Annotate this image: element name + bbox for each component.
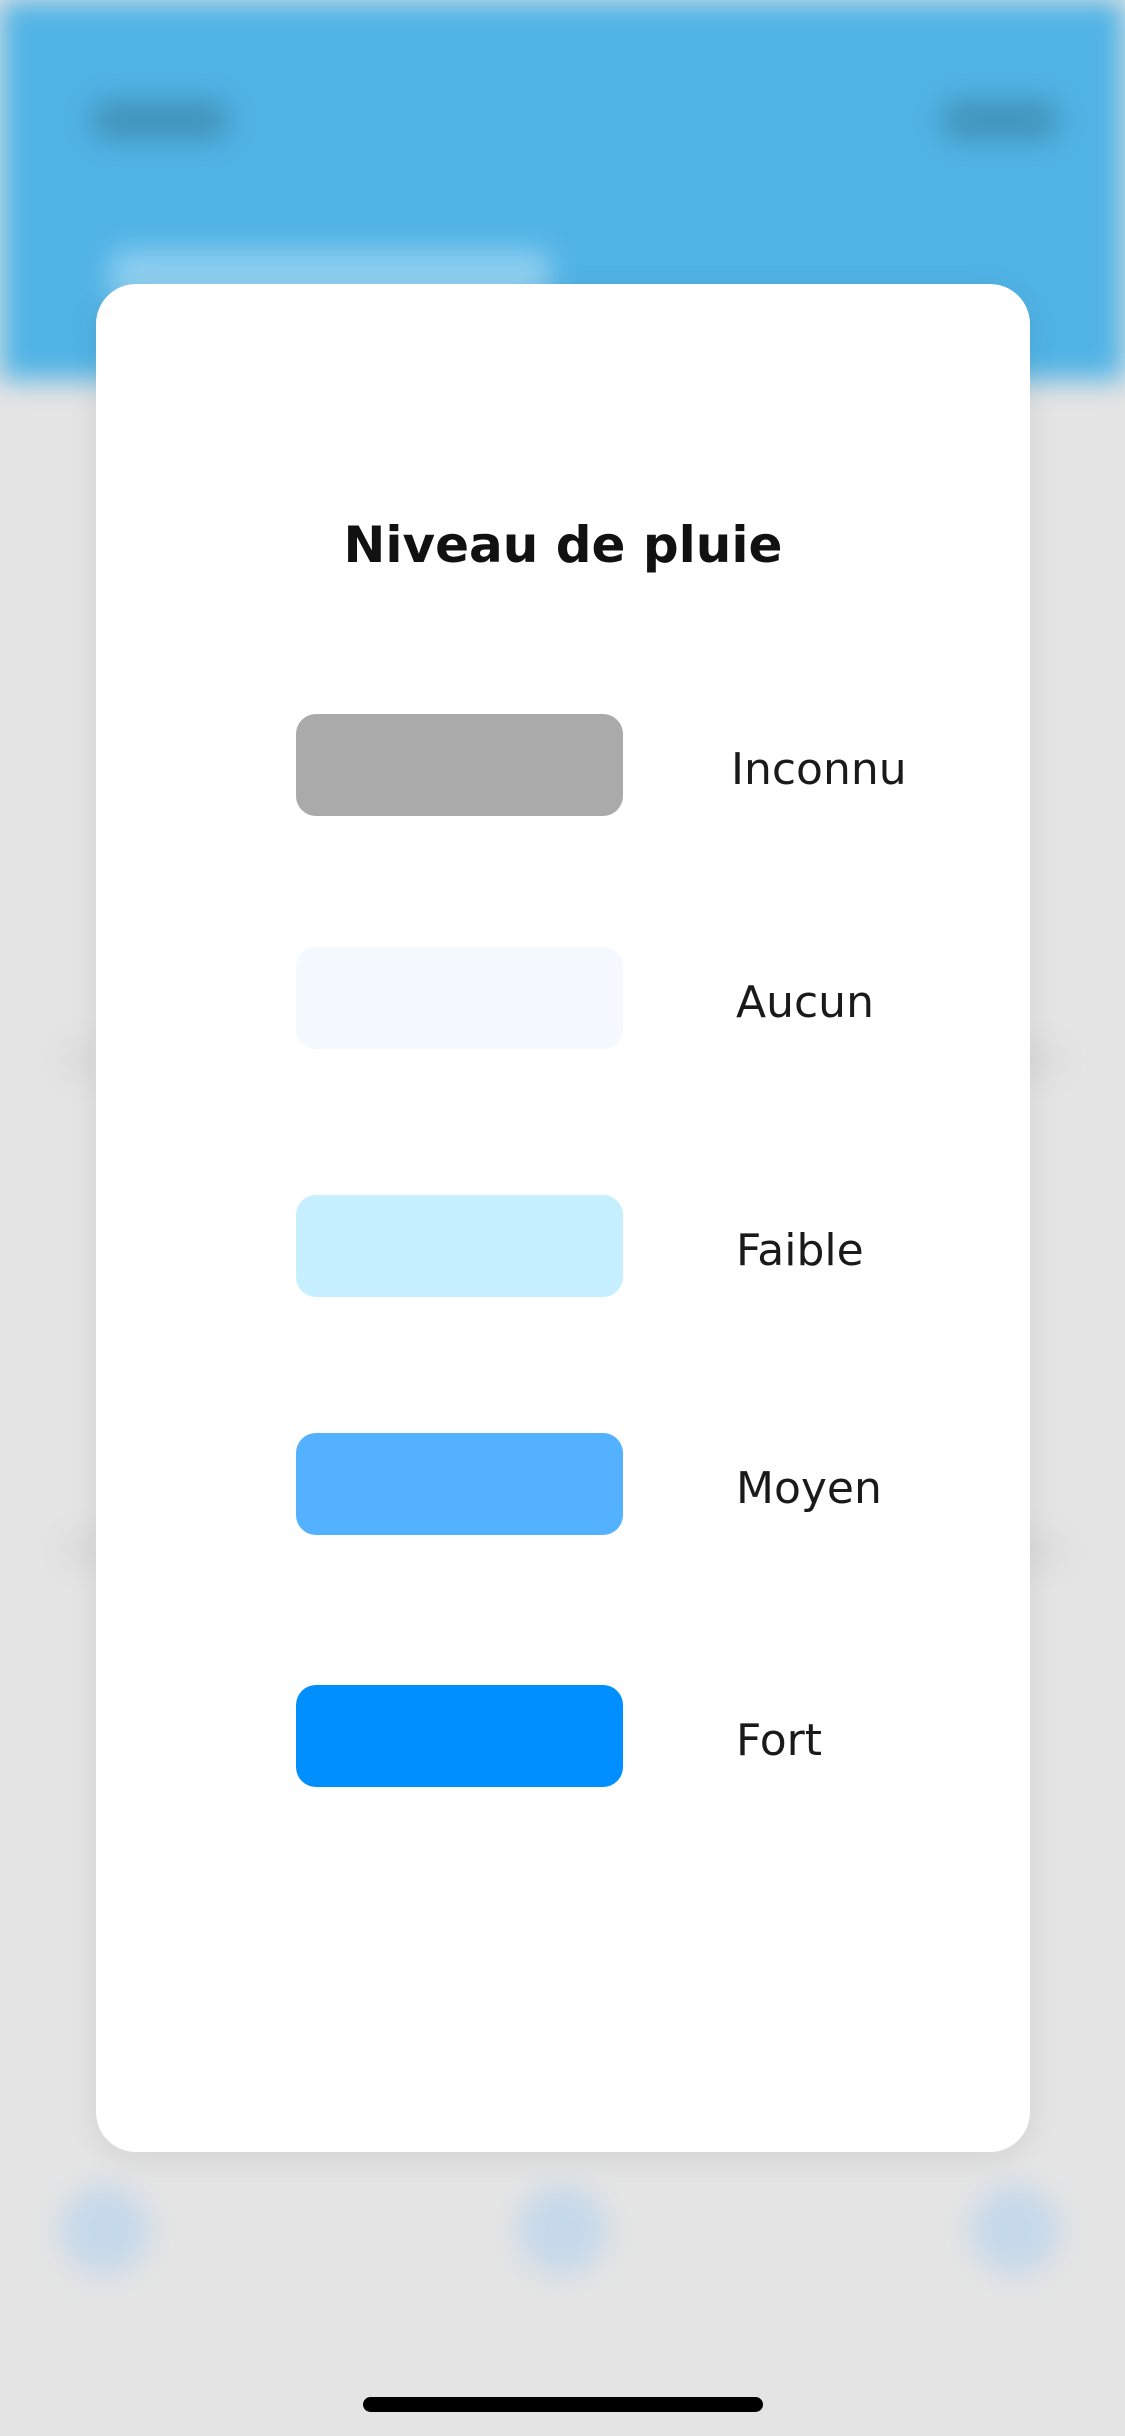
legend-swatch: [296, 714, 623, 816]
legend-label: Aucun: [736, 977, 874, 1028]
legend-swatch: [296, 1433, 623, 1535]
tab-icon: [60, 2185, 150, 2275]
modal-title: Niveau de pluie: [343, 516, 783, 574]
legend-label: Fort: [736, 1715, 823, 1766]
legend-swatch: [296, 947, 623, 1049]
legend-swatch: [296, 1195, 623, 1297]
legend-label: Inconnu: [731, 744, 907, 795]
legend-label: Moyen: [736, 1463, 882, 1514]
status-bar-indicators: [940, 100, 1060, 140]
legend-swatch: [296, 1685, 623, 1787]
home-indicator: [363, 2397, 763, 2412]
status-bar-time: [90, 100, 230, 140]
legend-label: Faible: [736, 1225, 864, 1276]
rain-level-legend-modal: Niveau de pluie Inconnu Aucun Faible Moy…: [96, 284, 1030, 2152]
tab-icon: [517, 2185, 607, 2275]
tab-icon: [970, 2185, 1060, 2275]
